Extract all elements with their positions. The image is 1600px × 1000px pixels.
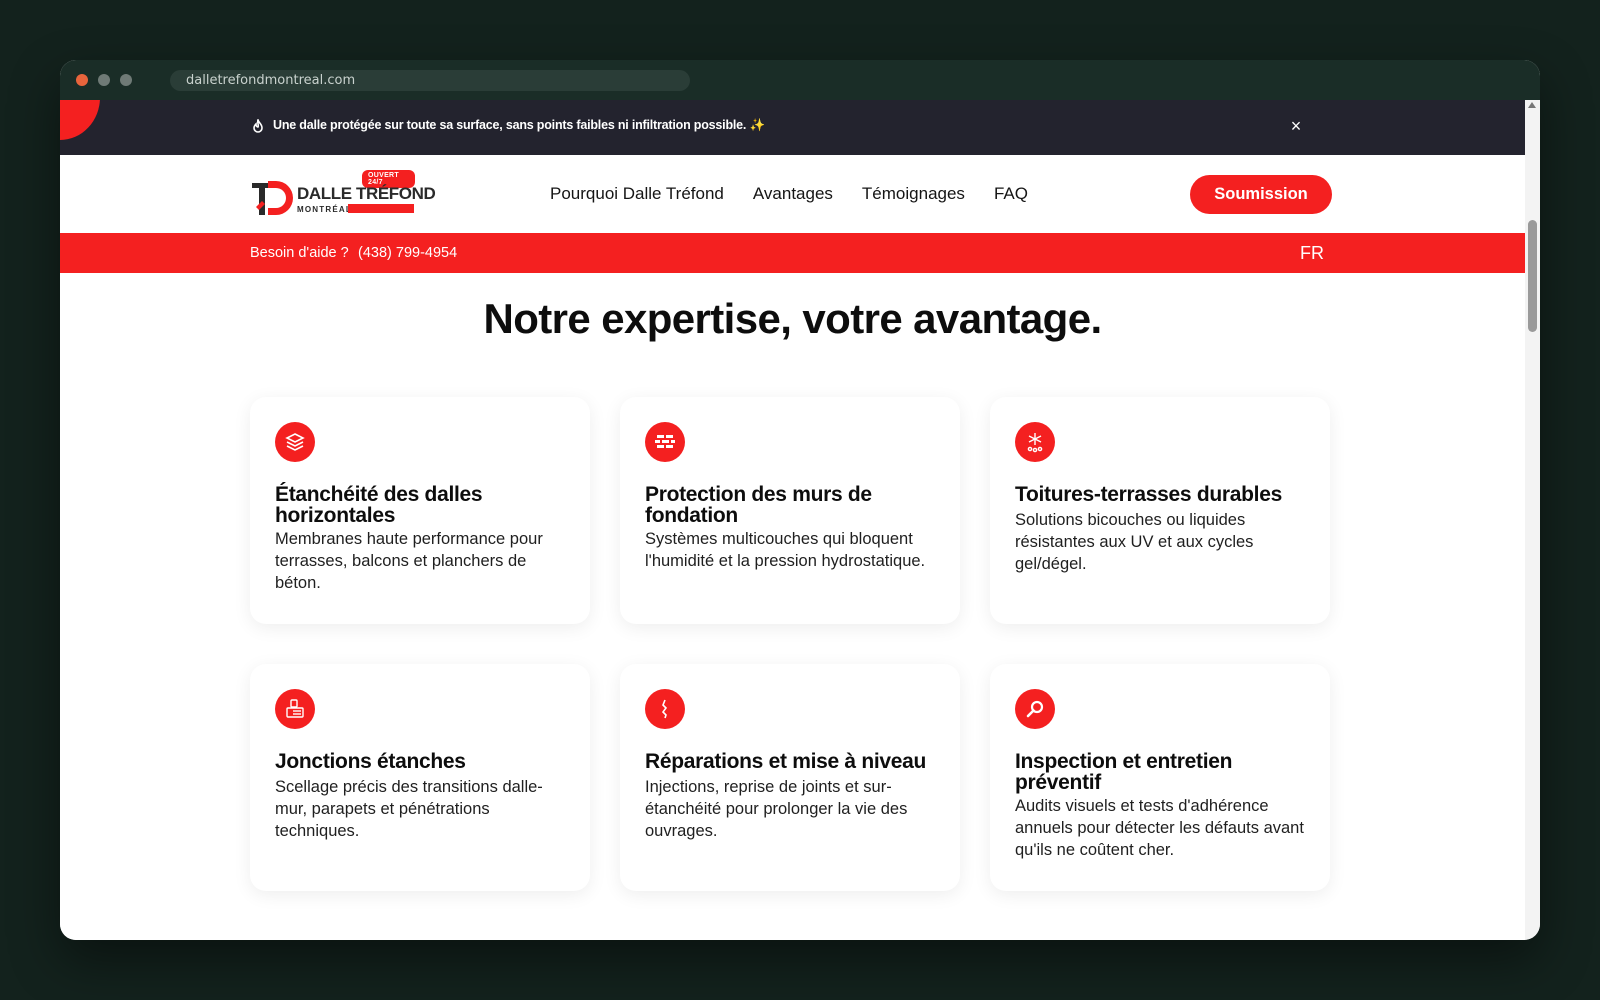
card-description: Systèmes multicouches qui bloquent l'hum… [645,530,926,570]
card-title: Protection des murs de fondation [645,483,872,527]
phone-link[interactable]: (438) 799-4954 [358,245,457,261]
site-logo[interactable]: OUVERT 24/7 DALLE TRÉFOND MONTRÉAL [250,169,436,221]
crack-icon [645,689,685,729]
card-description: Injections, reprise de joints et sur-éta… [645,778,908,840]
magnifier-icon [1015,689,1055,729]
scroll-up-icon[interactable] [1528,102,1536,108]
card-description: Audits visuels et tests d'adhérence annu… [1015,797,1304,859]
logo-name: DALLE TRÉFOND [297,184,436,203]
scrollbar-thumb[interactable] [1528,220,1537,332]
nav-link-avantages[interactable]: Avantages [753,184,833,204]
minimize-window-dot[interactable] [98,74,110,86]
section-title: Notre expertise, votre avantage. [483,295,1102,342]
logo-mark-icon [252,181,293,215]
expertise-card: Réparations et mise à niveau Injections,… [620,664,960,891]
close-icon[interactable]: × [1286,116,1306,136]
card-title: Jonctions étanches [275,750,466,773]
announcement-text: Une dalle protégée sur toute sa surface,… [273,118,765,132]
nav-link-temoignages[interactable]: Témoignages [862,184,965,204]
language-toggle[interactable]: FR [1300,243,1324,264]
main-navigation: OUVERT 24/7 DALLE TRÉFOND MONTRÉAL Pourq… [60,155,1525,233]
card-description: Solutions bicouches ou liquides résistan… [1015,511,1254,573]
card-title: Toitures-terrasses durables [1015,483,1282,506]
expertise-card: Étanchéité des dalles horizontales Membr… [250,397,590,624]
expertise-card: Toitures-terrasses durables Solutions bi… [990,397,1330,624]
soumission-button[interactable]: Soumission [1190,175,1332,214]
help-bar: Besoin d'aide ? (438) 799-4954 FR [60,233,1525,273]
layers-icon [275,422,315,462]
maximize-window-dot[interactable] [120,74,132,86]
nav-link-pourquoi[interactable]: Pourquoi Dalle Tréfond [550,184,724,204]
card-title: Étanchéité des dalles horizontales [275,483,483,527]
card-description: Membranes haute performance pour terrass… [275,530,543,592]
close-window-dot[interactable] [76,74,88,86]
browser-window: dalletrefondmontreal.com Une dalle proté… [60,60,1540,940]
card-title: Réparations et mise à niveau [645,750,927,773]
vertical-scrollbar[interactable] [1525,100,1540,940]
flame-icon [253,119,263,133]
snowflake-icon [1015,422,1055,462]
sealant-icon [275,689,315,729]
card-description: Scellage précis des transitions dalle-mu… [275,778,543,840]
browser-chrome: dalletrefondmontreal.com [60,60,1540,100]
address-bar[interactable]: dalletrefondmontreal.com [170,70,690,91]
expertise-card: Protection des murs de fondation Système… [620,397,960,624]
nav-links: Pourquoi Dalle Tréfond Avantages Témoign… [550,184,1028,204]
logo-tagline-strip [348,204,414,213]
help-label: Besoin d'aide ? [250,245,349,261]
expertise-card: Inspection et entretien préventif Audits… [990,664,1330,891]
page-viewport: Une dalle protégée sur toute sa surface,… [60,100,1525,940]
nav-link-faq[interactable]: FAQ [994,184,1028,204]
decorative-corner-blob [60,100,100,140]
announcement-bar: Une dalle protégée sur toute sa surface,… [60,100,1525,155]
brick-wall-icon [645,422,685,462]
expertise-card: Jonctions étanches Scellage précis des t… [250,664,590,891]
card-title: Inspection et entretien préventif [1015,750,1233,794]
logo-city: MONTRÉAL [297,205,352,214]
